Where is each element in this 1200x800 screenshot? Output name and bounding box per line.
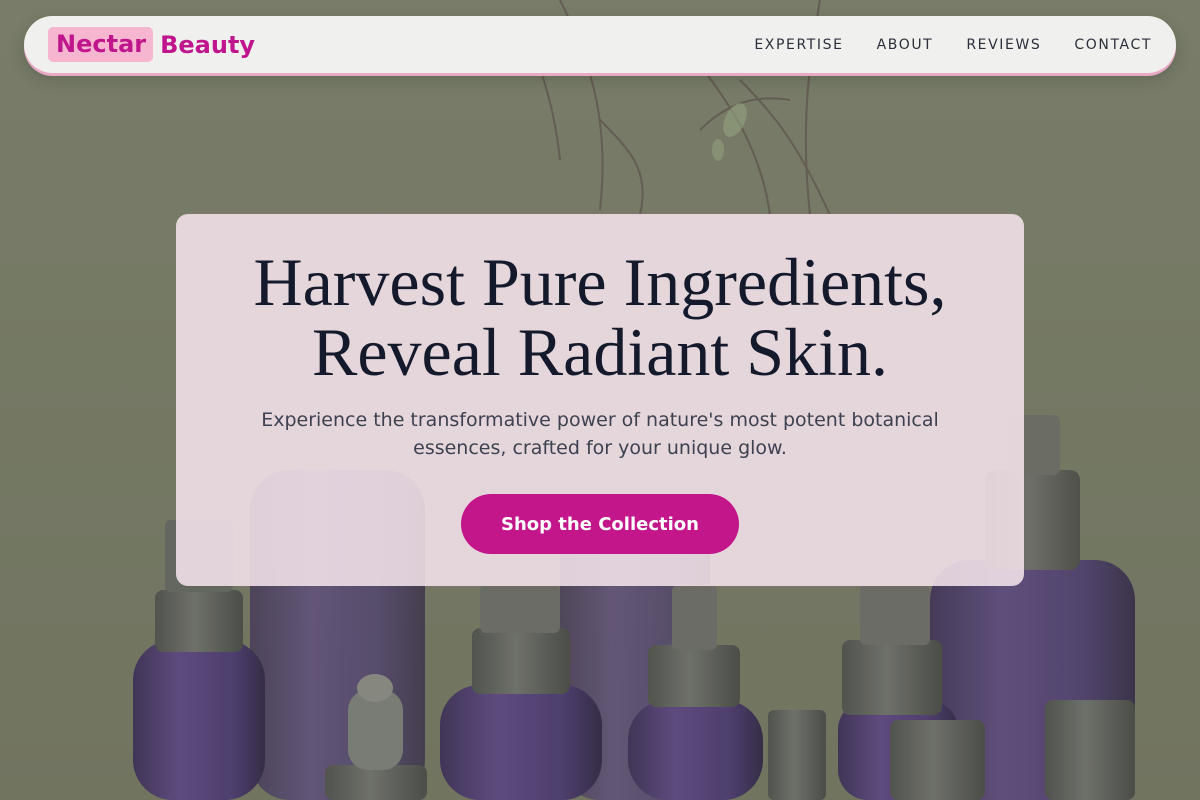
hero-title: Harvest Pure Ingredients, Reveal Radiant…: [176, 247, 1024, 387]
navbar: Nectar Beauty EXPERTISE ABOUT REVIEWS CO…: [24, 16, 1176, 73]
shop-collection-button[interactable]: Shop the Collection: [461, 494, 739, 554]
nav-link-expertise[interactable]: EXPERTISE: [754, 37, 843, 53]
hero-subtitle: Experience the transformative power of n…: [216, 406, 984, 462]
nav-link-contact[interactable]: CONTACT: [1074, 37, 1152, 53]
nav-link-reviews[interactable]: REVIEWS: [966, 37, 1041, 53]
brand-name-beauty: Beauty: [160, 30, 256, 59]
nav-links: EXPERTISE ABOUT REVIEWS CONTACT: [721, 37, 1152, 53]
hero-title-line-1: Harvest Pure Ingredients,: [253, 244, 947, 320]
hero-subtitle-line-2: essences, crafted for your unique glow.: [413, 437, 787, 459]
brand-logo[interactable]: Nectar Beauty: [48, 27, 255, 62]
hero-card: Harvest Pure Ingredients, Reveal Radiant…: [176, 214, 1024, 586]
nav-link-about[interactable]: ABOUT: [877, 37, 934, 53]
brand-name-nectar: Nectar: [48, 27, 154, 62]
hero-title-line-2: Reveal Radiant Skin.: [311, 314, 888, 390]
hero-subtitle-line-1: Experience the transformative power of n…: [261, 409, 939, 431]
